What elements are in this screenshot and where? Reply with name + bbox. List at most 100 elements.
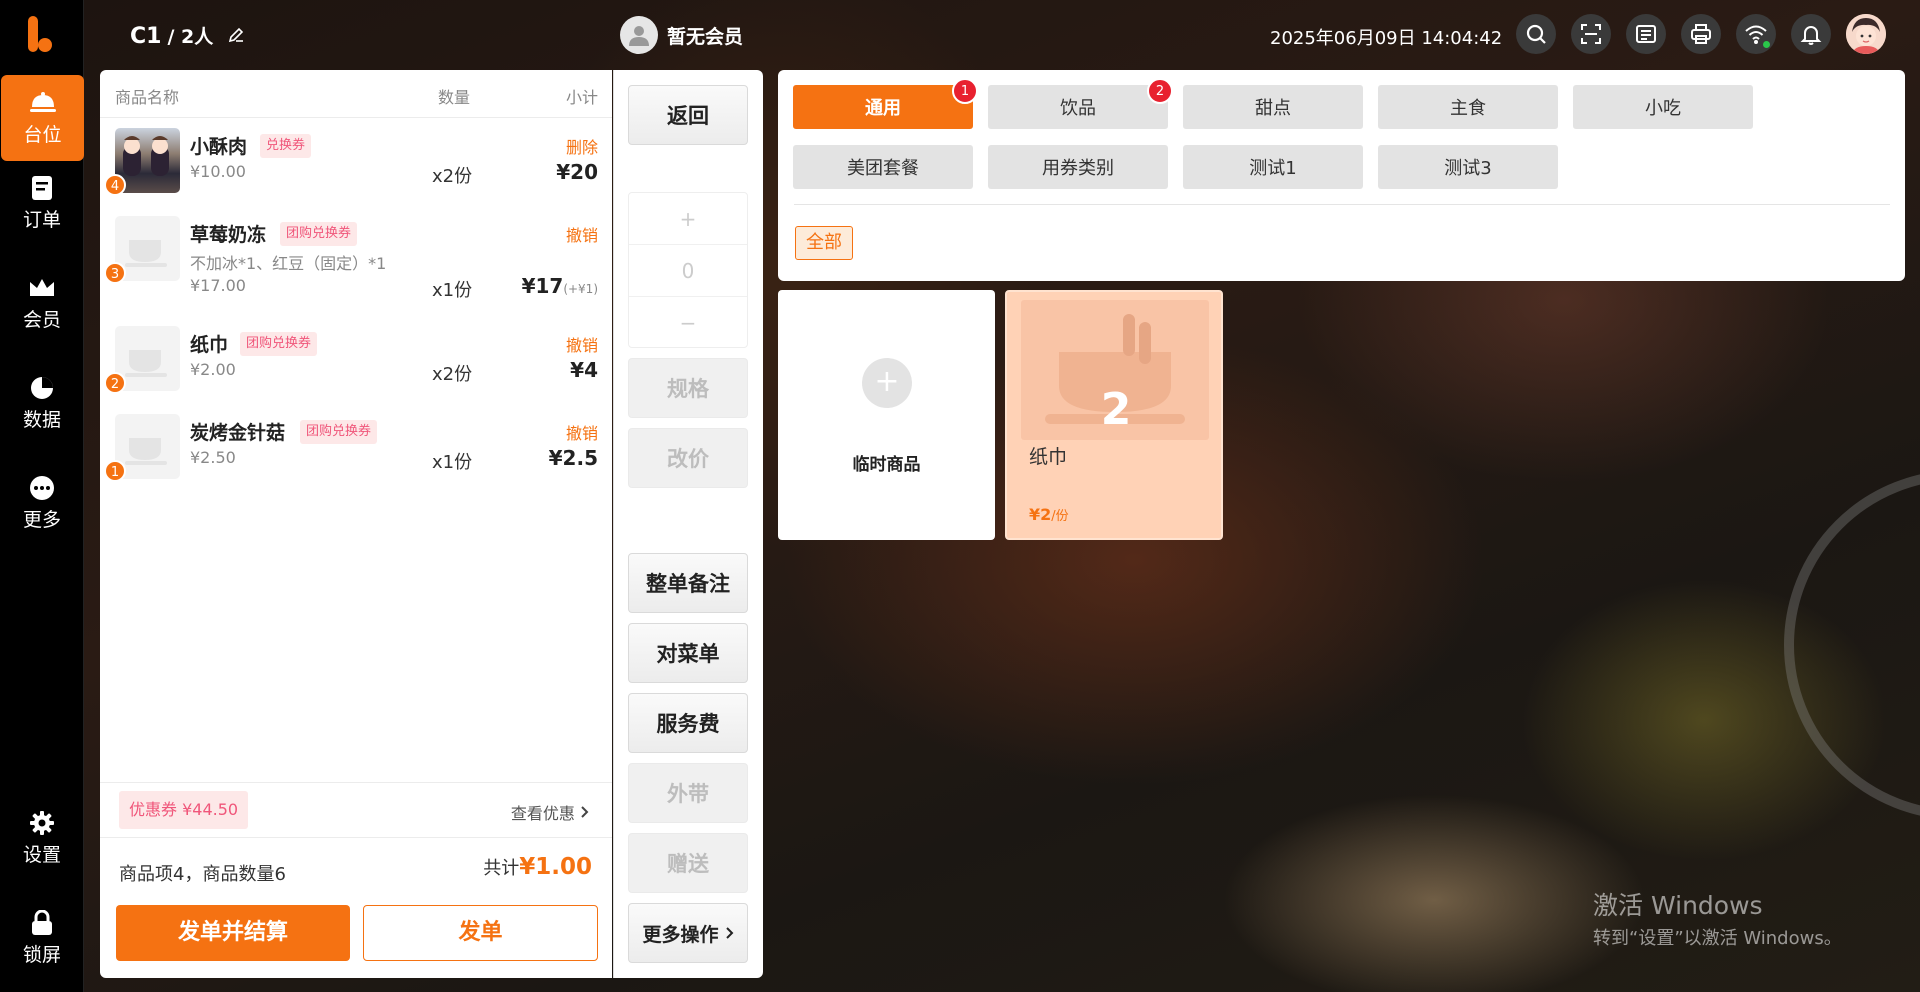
quantity-stepper[interactable]: + 0 − <box>628 192 748 348</box>
column-name: 商品名称 <box>115 88 180 107</box>
sidebar-item-label: 锁屏 <box>22 943 61 966</box>
lock-icon <box>28 909 56 936</box>
quantity-value: 0 <box>629 245 747 297</box>
undo-button[interactable]: 撤销 <box>566 332 598 356</box>
category-count-badge: 1 <box>952 78 978 104</box>
receipt-list-icon[interactable] <box>1626 14 1666 54</box>
chevron-right-icon <box>580 804 590 823</box>
category-tab-snacks[interactable]: 小吃 <box>1573 85 1753 129</box>
sidebar-item-label: 设置 <box>22 843 61 866</box>
product-selected-count: 2 <box>1100 384 1132 435</box>
sidebar-item-lock[interactable]: 锁屏 <box>0 895 84 981</box>
item-subtotal-group: ¥17(+¥1) <box>522 274 598 298</box>
order-note-button[interactable]: 整单备注 <box>628 553 748 613</box>
temporary-product-card[interactable]: + 临时商品 <box>778 290 995 540</box>
crown-icon <box>28 275 56 301</box>
category-tab-test1[interactable]: 测试1 <box>1183 145 1363 189</box>
member-label: 暂无会员 <box>667 25 744 48</box>
category-panel: 通用 1 饮品 2 甜点 主食 小吃 美团套餐 用券类别 测试1 测试3 全部 <box>778 70 1905 281</box>
order-summary: 商品项4，商品数量6 <box>119 864 286 885</box>
order-icon <box>28 175 56 201</box>
order-item[interactable]: 2 纸巾 团购兑换券 ¥2.00 x2份 撤销 ¥4 <box>100 324 612 408</box>
sidebar-item-more[interactable]: 更多 <box>0 460 84 546</box>
product-card[interactable]: 2 纸巾 ¥2/份 <box>1005 290 1223 540</box>
subcategory-all[interactable]: 全部 <box>795 226 853 260</box>
service-fee-button[interactable]: 服务费 <box>628 693 748 753</box>
send-order-button[interactable]: 发单 <box>363 905 598 961</box>
sidebar-item-members[interactable]: 会员 <box>0 260 84 346</box>
coupon-row: 优惠券 ¥44.50 查看优惠 <box>100 782 612 838</box>
item-subtotal: ¥20 <box>556 160 598 184</box>
category-tab-coupon-type[interactable]: 用券类别 <box>988 145 1168 189</box>
gift-button[interactable]: 赠送 <box>628 833 748 893</box>
category-tab-general[interactable]: 通用 <box>793 85 973 129</box>
item-price: ¥2.00 <box>190 360 236 379</box>
sidebar-item-tables[interactable]: 台位 <box>1 75 84 161</box>
scan-icon[interactable] <box>1571 14 1611 54</box>
sidebar-item-label: 会员 <box>22 308 61 331</box>
sidebar-item-settings[interactable]: 设置 <box>0 795 84 881</box>
member-selector[interactable]: 暂无会员 <box>620 16 743 54</box>
more-icon <box>28 475 56 501</box>
more-actions-button[interactable]: 更多操作 <box>628 903 748 963</box>
plus-icon: + <box>862 358 912 408</box>
undo-button[interactable]: 撤销 <box>566 420 598 444</box>
item-subtotal: ¥2.5 <box>548 446 598 470</box>
column-qty: 数量 <box>438 88 471 107</box>
change-price-button[interactable]: 改价 <box>628 428 748 488</box>
current-datetime: 2025年06月09日 14:04:42 <box>1270 28 1503 49</box>
item-subtotal: ¥17 <box>521 274 564 298</box>
order-item[interactable]: 4 小酥肉 兑换券 ¥10.00 x2份 删除 ¥20 <box>100 126 612 210</box>
coupon-amount[interactable]: 优惠券 ¥44.50 <box>119 791 249 829</box>
total-value: ¥1.00 <box>519 854 592 880</box>
sidebar-item-label: 更多 <box>22 508 61 531</box>
view-discount-link[interactable]: 查看优惠 <box>511 800 590 824</box>
item-subtotal: ¥4 <box>570 358 598 382</box>
sidebar-item-orders[interactable]: 订单 <box>0 160 84 246</box>
undo-button[interactable]: 撤销 <box>566 222 598 246</box>
table-info[interactable]: C1/ 2人 <box>130 22 245 50</box>
item-extra-charge: (+¥1) <box>563 282 598 296</box>
chevron-right-icon <box>725 921 734 945</box>
coupon-tag: 兑换券 <box>260 134 312 158</box>
item-qty: x2份 <box>432 364 473 385</box>
member-avatar-icon <box>620 16 658 54</box>
edit-icon[interactable] <box>227 25 245 50</box>
product-price: ¥2/份 <box>1029 505 1069 524</box>
divider <box>794 204 1890 205</box>
category-tab-desserts[interactable]: 甜点 <box>1183 85 1363 129</box>
pie-chart-icon <box>28 375 56 401</box>
coupon-tag: 团购兑换券 <box>240 332 318 356</box>
sidebar-item-label: 台位 <box>23 123 62 146</box>
app-logo <box>24 16 58 56</box>
spec-button[interactable]: 规格 <box>628 358 748 418</box>
takeout-button[interactable]: 外带 <box>628 763 748 823</box>
decrement-button[interactable]: − <box>629 297 747 349</box>
order-item[interactable]: 3 草莓奶冻 团购兑换券 不加冰*1、红豆（固定）*1 ¥17.00 x1份 撤… <box>100 214 612 318</box>
printer-icon[interactable] <box>1681 14 1721 54</box>
coupon-tag: 团购兑换券 <box>280 222 358 246</box>
back-button[interactable]: 返回 <box>628 85 748 145</box>
order-item[interactable]: 1 炭烤金针菇 团购兑换券 ¥2.50 x1份 撤销 ¥2.5 <box>100 412 612 496</box>
temporary-product-label: 临时商品 <box>852 455 921 475</box>
sidebar-item-label: 订单 <box>22 208 61 231</box>
send-and-settle-button[interactable]: 发单并结算 <box>116 905 350 961</box>
check-menu-button[interactable]: 对菜单 <box>628 623 748 683</box>
search-icon[interactable] <box>1516 14 1556 54</box>
action-column: 返回 + 0 − 规格 改价 整单备注 对菜单 服务费 外带 赠送 更多操作 <box>613 70 763 978</box>
bell-icon[interactable] <box>1791 14 1831 54</box>
sidebar: 台位 订单 会员 数据 更多 设置 锁屏 <box>0 0 84 992</box>
item-name: 小酥肉 <box>190 136 248 158</box>
sidebar-item-data[interactable]: 数据 <box>0 360 84 446</box>
user-avatar[interactable] <box>1846 14 1886 54</box>
increment-button[interactable]: + <box>629 193 747 245</box>
table-name: C1 <box>130 24 162 49</box>
delete-button[interactable]: 删除 <box>566 134 598 158</box>
wifi-icon[interactable] <box>1736 14 1776 54</box>
item-price: ¥2.50 <box>190 448 236 467</box>
column-subtotal: 小计 <box>565 88 598 107</box>
category-tab-test3[interactable]: 测试3 <box>1378 145 1558 189</box>
category-tab-drinks[interactable]: 饮品 <box>988 85 1168 129</box>
category-tab-meituan[interactable]: 美团套餐 <box>793 145 973 189</box>
category-tab-staples[interactable]: 主食 <box>1378 85 1558 129</box>
